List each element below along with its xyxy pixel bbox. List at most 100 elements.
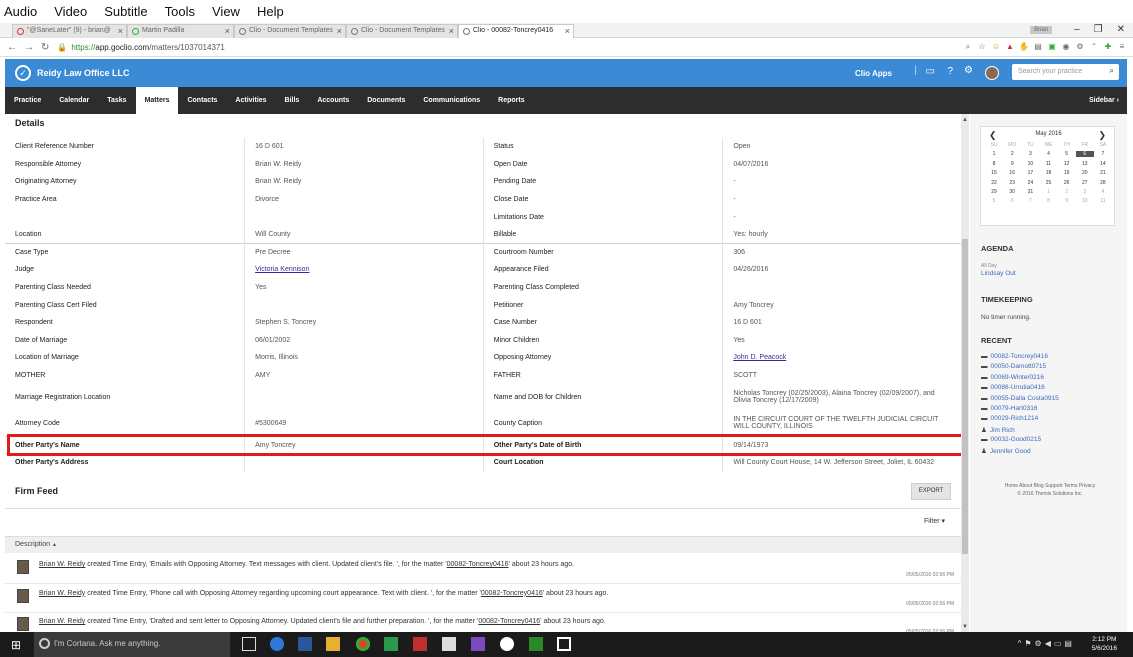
- search-icon[interactable]: ⌕: [1110, 66, 1114, 76]
- browser-tab-active[interactable]: Clio - 00082-Toncrey0416 ×: [458, 24, 574, 38]
- clio-logo-icon[interactable]: ✓: [15, 65, 31, 81]
- nav-calendar[interactable]: Calendar: [50, 87, 98, 114]
- close-tab-icon[interactable]: ×: [337, 26, 342, 36]
- calendar-day[interactable]: 4: [1094, 189, 1112, 195]
- calendar-day[interactable]: 17: [1021, 170, 1039, 176]
- menu-icon[interactable]: ≡: [1117, 42, 1127, 52]
- back-icon[interactable]: ←: [7, 42, 17, 53]
- zoom-icon[interactable]: ⌕: [963, 42, 973, 52]
- user-link[interactable]: Brian W. Reidy: [39, 618, 85, 625]
- calendar-day[interactable]: 27: [1076, 180, 1094, 186]
- agenda-item[interactable]: Lindsay Out: [981, 270, 1016, 277]
- nav-practice[interactable]: Practice: [5, 87, 50, 114]
- matter-link[interactable]: 00082-Toncrey0416: [481, 590, 543, 597]
- calendar-day[interactable]: 6: [1003, 198, 1021, 204]
- close-tab-icon[interactable]: ×: [565, 26, 570, 36]
- calendar-day[interactable]: 11: [1039, 161, 1057, 167]
- calendar-day[interactable]: 23: [1003, 180, 1021, 186]
- nav-tasks[interactable]: Tasks: [98, 87, 135, 114]
- system-tray[interactable]: ^⚑⚙◀▭▤: [1018, 639, 1075, 648]
- calendar-day[interactable]: 10: [1076, 198, 1094, 204]
- calendar-day[interactable]: 5: [985, 198, 1003, 204]
- next-month-icon[interactable]: ❯: [1098, 130, 1106, 141]
- matter-link[interactable]: 00082-Toncrey0416: [478, 618, 540, 625]
- calendar-day[interactable]: 21: [1094, 170, 1112, 176]
- filter-dropdown[interactable]: Filter ▾: [924, 517, 945, 525]
- recent-item[interactable]: ▬ 00055-Dalla Costa0915: [981, 395, 1059, 402]
- extension-icon[interactable]: ⌃: [1089, 42, 1099, 52]
- calendar-day[interactable]: 25: [1039, 180, 1057, 186]
- clio-apps-link[interactable]: Clio Apps: [855, 69, 892, 78]
- calendar-day[interactable]: 14: [1094, 161, 1112, 167]
- nav-accounts[interactable]: Accounts: [308, 87, 358, 114]
- edge-icon[interactable]: [270, 637, 284, 651]
- app-icon[interactable]: [529, 637, 543, 651]
- recent-item[interactable]: ▬ 00069-Winter0216: [981, 374, 1044, 381]
- close-tab-icon[interactable]: ×: [449, 26, 454, 36]
- chrome-icon[interactable]: [356, 637, 370, 651]
- calendar-day[interactable]: 2: [1003, 151, 1021, 157]
- calendar-day[interactable]: 7: [1094, 151, 1112, 157]
- nav-bills[interactable]: Bills: [276, 87, 309, 114]
- browser-tab[interactable]: Martin Padilla ×: [127, 24, 234, 38]
- inbox-icon[interactable]: ▭: [926, 66, 935, 77]
- pdf-icon[interactable]: [413, 637, 427, 651]
- extension-icon[interactable]: ◉: [1061, 42, 1071, 52]
- recent-item[interactable]: ▬ 00082-Toncrey0416: [981, 353, 1048, 360]
- nav-contacts[interactable]: Contacts: [178, 87, 226, 114]
- clock[interactable]: 2:12 PM 5/6/2016: [1092, 635, 1117, 653]
- star-icon[interactable]: ☆: [977, 42, 987, 52]
- scrollbar[interactable]: ▲ ▼: [961, 114, 969, 632]
- settings-gear-icon[interactable]: ⚙: [964, 65, 973, 76]
- calendar-day[interactable]: 20: [1076, 170, 1094, 176]
- minimize-icon[interactable]: –: [1074, 24, 1080, 35]
- menu-tools[interactable]: Tools: [165, 4, 195, 19]
- extension-icon[interactable]: ⚙: [1075, 42, 1085, 52]
- calendar-day[interactable]: 26: [1058, 180, 1076, 186]
- menu-subtitle[interactable]: Subtitle: [104, 4, 147, 19]
- extension-icon[interactable]: ▣: [1047, 42, 1057, 52]
- browser-tab[interactable]: "@SaneLater" (9) - brian@ ×: [12, 24, 127, 38]
- close-tab-icon[interactable]: ×: [118, 26, 123, 36]
- calendar-day[interactable]: 1: [985, 151, 1003, 157]
- cortana-search[interactable]: I'm Cortana. Ask me anything.: [34, 632, 230, 657]
- scroll-up-icon[interactable]: ▲: [962, 117, 968, 123]
- footer-links[interactable]: Home About Blog Support Terms Privacy: [975, 482, 1125, 490]
- app-icon[interactable]: [500, 637, 514, 651]
- app-icon[interactable]: [471, 637, 485, 651]
- url-field[interactable]: https://app.goclio.com/matters/103701437…: [71, 43, 224, 52]
- scrollbar-thumb[interactable]: [962, 239, 968, 554]
- calendar-day[interactable]: 8: [1039, 198, 1057, 204]
- calendar-day[interactable]: 15: [985, 170, 1003, 176]
- extension-icon[interactable]: ▲: [1005, 42, 1015, 52]
- nav-reports[interactable]: Reports: [489, 87, 533, 114]
- nav-matters[interactable]: Matters: [135, 87, 179, 114]
- calendar-day[interactable]: 12: [1058, 161, 1076, 167]
- user-link[interactable]: Brian W. Reidy: [39, 590, 85, 597]
- contact-link[interactable]: Victoria Kennison: [255, 266, 309, 273]
- recent-item[interactable]: ▬ 00086-Urrutia0416: [981, 384, 1045, 391]
- calendar-day[interactable]: 16: [1003, 170, 1021, 176]
- browser-tab[interactable]: Clio - Document Templates ×: [234, 24, 346, 38]
- calendar-day[interactable]: 22: [985, 180, 1003, 186]
- close-window-icon[interactable]: ✕: [1117, 24, 1125, 35]
- calendar-day[interactable]: 19: [1058, 170, 1076, 176]
- task-view-icon[interactable]: [242, 637, 256, 651]
- firm-name[interactable]: Reidy Law Office LLC: [37, 68, 130, 78]
- calendar-day[interactable]: 4: [1039, 151, 1057, 157]
- nav-communications[interactable]: Communications: [414, 87, 489, 114]
- calendar-day[interactable]: 31: [1021, 189, 1039, 195]
- recent-item[interactable]: ▬ 00050-Damott0715: [981, 363, 1046, 370]
- close-tab-icon[interactable]: ×: [225, 26, 230, 36]
- windows-start-icon[interactable]: ⊞: [11, 638, 21, 652]
- calendar-day[interactable]: 9: [1003, 161, 1021, 167]
- menu-view[interactable]: View: [212, 4, 240, 19]
- calendar-day[interactable]: 18: [1039, 170, 1057, 176]
- calendar-day[interactable]: 2: [1058, 189, 1076, 195]
- recent-item[interactable]: ♟ Jim Rich: [981, 426, 1015, 434]
- extension-icon[interactable]: ✚: [1103, 42, 1113, 52]
- export-button[interactable]: EXPORT: [911, 483, 951, 500]
- calendar-day[interactable]: 5: [1058, 151, 1076, 157]
- scroll-down-icon[interactable]: ▼: [962, 624, 968, 630]
- search-input[interactable]: Search your practice ⌕: [1012, 64, 1119, 80]
